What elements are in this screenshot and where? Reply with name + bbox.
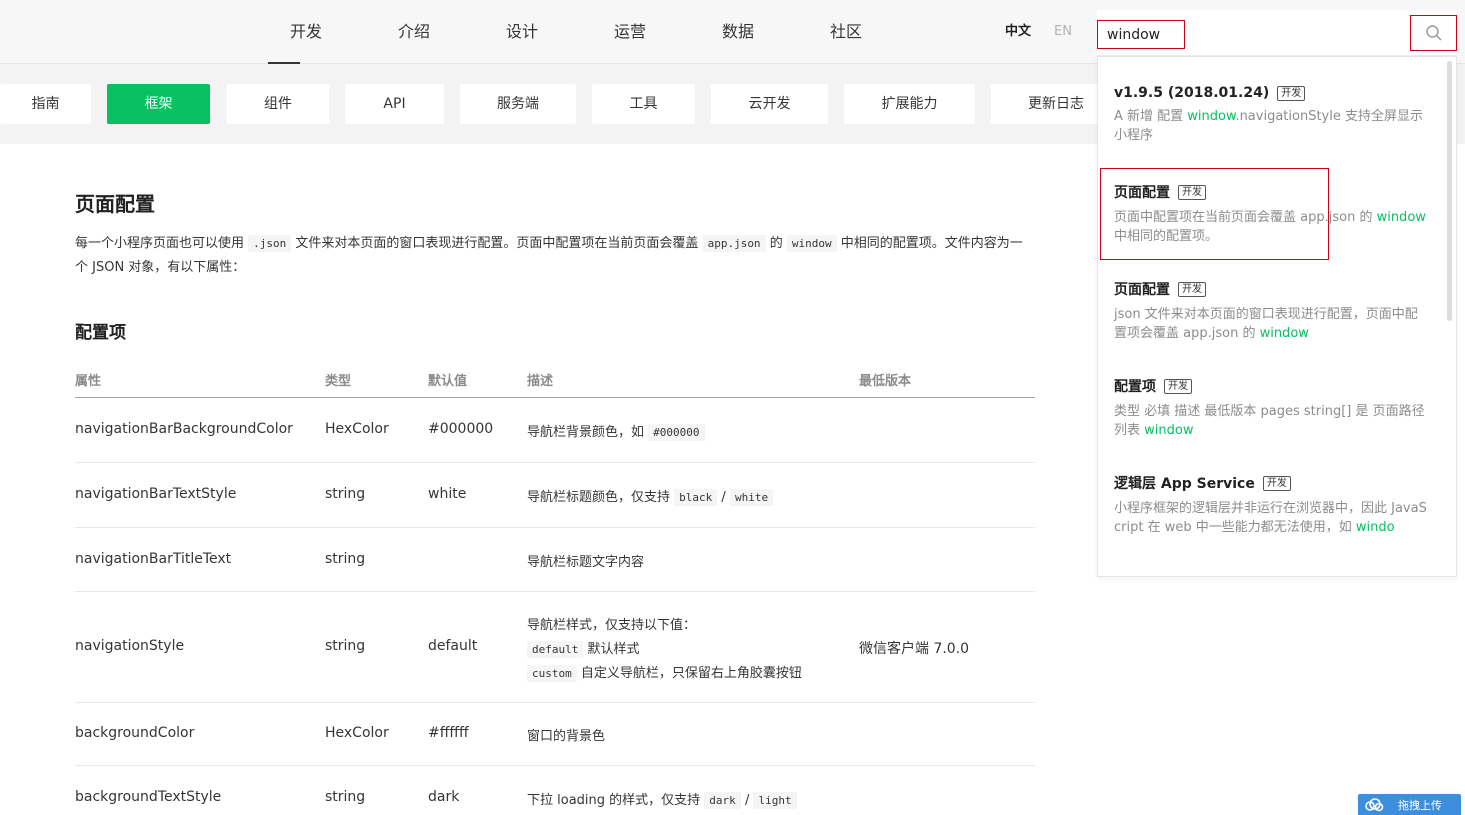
cell-type: string bbox=[325, 789, 366, 805]
table-row: backgroundColor HexColor #ffffff 窗口的背景色 bbox=[75, 703, 1035, 766]
cell-type: string bbox=[325, 638, 366, 654]
cell-desc: 窗口的背景色 bbox=[527, 729, 606, 744]
cell-prop: navigationBarBackgroundColor bbox=[75, 421, 293, 437]
cell-default: dark bbox=[428, 789, 460, 805]
search-result-item[interactable]: 配置项 开发 类型 必填 描述 最低版本 pages string[] 是 页面路… bbox=[1114, 376, 1429, 440]
table-row: navigationBarTitleText string 导航栏标题文字内容 bbox=[75, 528, 1035, 592]
result-badge: 开发 bbox=[1277, 85, 1306, 101]
cell-desc: 下拉 loading 的样式，仅支持 dark / light bbox=[527, 789, 797, 809]
nav-item-data[interactable]: 数据 bbox=[684, 0, 792, 64]
section-title: 配置项 bbox=[75, 323, 126, 343]
tab-server[interactable]: 服务端 bbox=[460, 84, 576, 124]
result-title: 页面配置 bbox=[1114, 185, 1170, 201]
search-results-dropdown: v1.9.5 (2018.01.24) 开发 A 新增 配置 window.nav… bbox=[1097, 56, 1457, 577]
cell-desc: 导航栏标题颜色，仅支持 black / white bbox=[527, 486, 774, 506]
tab-framework[interactable]: 框架 bbox=[107, 84, 210, 124]
nav-item-operation[interactable]: 运营 bbox=[576, 0, 684, 64]
result-badge: 开发 bbox=[1178, 281, 1206, 297]
table-row: navigationBarBackgroundColor HexColor #0… bbox=[75, 398, 1035, 463]
tab-components[interactable]: 组件 bbox=[227, 84, 329, 124]
lang-en-link[interactable]: EN bbox=[1054, 0, 1072, 64]
cell-default: #ffffff bbox=[428, 725, 469, 741]
tab-cloud-dev[interactable]: 云开发 bbox=[711, 84, 828, 124]
cell-prop: backgroundColor bbox=[75, 725, 195, 741]
nav-item-intro[interactable]: 介绍 bbox=[360, 0, 468, 64]
search-result-item[interactable]: 页面配置 开发 json 文件来对本页面的窗口表现进行配置，页面中配置项会覆盖 a… bbox=[1114, 279, 1429, 343]
nav-item-community[interactable]: 社区 bbox=[792, 0, 900, 64]
inline-code: app.json bbox=[702, 235, 766, 252]
main-nav: 开发 介绍 设计 运营 数据 社区 bbox=[252, 0, 900, 64]
intro-text: 文件来对本页面的窗口表现进行配置。页面中配置项在当前页面会覆盖 bbox=[295, 236, 699, 251]
cell-version: 微信客户端 7.0.0 bbox=[859, 641, 970, 657]
cell-prop: backgroundTextStyle bbox=[75, 789, 222, 805]
cell-default: default bbox=[428, 638, 478, 654]
header-version: 最低版本 bbox=[859, 374, 912, 389]
header-desc: 描述 bbox=[527, 374, 554, 389]
result-badge: 开发 bbox=[1262, 475, 1291, 491]
tab-guide[interactable]: 指南 bbox=[0, 84, 91, 124]
result-title: v1.9.5 (2018.01.24) bbox=[1114, 85, 1270, 101]
lang-zh-link[interactable]: 中文 bbox=[1005, 0, 1031, 64]
inline-code: .json bbox=[248, 235, 292, 252]
intro-text: 每一个小程序页面也可以使用 bbox=[75, 236, 245, 251]
result-badge: 开发 bbox=[1178, 184, 1206, 200]
result-desc: 小程序框架的逻辑层并非运行在浏览器中，因此 JavaScript 在 web 中… bbox=[1114, 501, 1427, 535]
cell-default: #000000 bbox=[428, 421, 494, 437]
result-title: 配置项 bbox=[1114, 379, 1156, 395]
header-default: 默认值 bbox=[428, 374, 468, 389]
intro-text: 的 bbox=[769, 236, 783, 251]
table-header: 属性 类型 默认值 描述 最低版本 bbox=[75, 360, 1035, 398]
nav-item-design[interactable]: 设计 bbox=[468, 0, 576, 64]
result-title: 页面配置 bbox=[1114, 282, 1170, 298]
search-input[interactable] bbox=[1097, 20, 1185, 49]
result-desc: json 文件来对本页面的窗口表现进行配置，页面中配置项会覆盖 app.json… bbox=[1114, 307, 1418, 341]
result-badge: 开发 bbox=[1164, 378, 1192, 394]
table-row: backgroundTextStyle string dark 下拉 loadi… bbox=[75, 766, 1035, 815]
cell-default: white bbox=[428, 486, 467, 502]
cloud-icon bbox=[1365, 797, 1384, 811]
header-type: 类型 bbox=[325, 374, 352, 389]
cell-desc: 导航栏标题文字内容 bbox=[527, 555, 645, 570]
upload-label: 拖拽上传 bbox=[1398, 798, 1442, 812]
table-row: navigationStyle string default 导航栏样式，仅支持… bbox=[75, 592, 1035, 703]
result-desc: 类型 必填 描述 最低版本 pages string[] 是 页面路径列表 wi… bbox=[1114, 404, 1425, 438]
result-desc: A 新增 配置 window.navigationStyle 支持全屏显示小程序 bbox=[1114, 109, 1423, 143]
tab-tools[interactable]: 工具 bbox=[592, 84, 695, 124]
result-title: 逻辑层 App Service bbox=[1114, 476, 1255, 492]
search-result-item[interactable]: 页面配置 开发 页面中配置项在当前页面会覆盖 app.json 的 window … bbox=[1114, 182, 1429, 246]
inline-code: window bbox=[786, 235, 837, 252]
cell-prop: navigationBarTextStyle bbox=[75, 486, 237, 502]
tab-extensions[interactable]: 扩展能力 bbox=[844, 84, 975, 124]
cell-prop: navigationBarTitleText bbox=[75, 551, 232, 567]
page-title: 页面配置 bbox=[75, 192, 155, 216]
cell-type: string bbox=[325, 551, 366, 567]
tab-api[interactable]: API bbox=[345, 84, 444, 124]
cell-type: string bbox=[325, 486, 366, 502]
dropdown-scrollbar[interactable] bbox=[1447, 61, 1452, 321]
cell-prop: navigationStyle bbox=[75, 638, 185, 654]
search-result-item[interactable]: v1.9.5 (2018.01.24) 开发 A 新增 配置 window.nav… bbox=[1114, 85, 1429, 145]
header-prop: 属性 bbox=[75, 374, 102, 389]
config-table: 属性 类型 默认值 描述 最低版本 navigationBarBackgroun… bbox=[75, 360, 1035, 815]
search-bar bbox=[1097, 10, 1457, 56]
cell-type: HexColor bbox=[325, 421, 389, 437]
cell-type: HexColor bbox=[325, 725, 389, 741]
nav-item-develop[interactable]: 开发 bbox=[252, 0, 360, 64]
drag-upload-button[interactable]: 拖拽上传 bbox=[1358, 794, 1461, 815]
cell-desc: 导航栏背景颜色，如 #000000 bbox=[527, 421, 705, 441]
cell-desc: 导航栏样式，仅支持以下值： default 默认样式 custom 自定义导航栏… bbox=[527, 618, 802, 682]
search-result-item[interactable]: 逻辑层 App Service 开发 小程序框架的逻辑层并非运行在浏览器中，因此 … bbox=[1114, 473, 1429, 537]
table-row: navigationBarTextStyle string white 导航栏标… bbox=[75, 463, 1035, 528]
intro-paragraph: 每一个小程序页面也可以使用 .json 文件来对本页面的窗口表现进行配置。页面中… bbox=[75, 232, 1035, 280]
result-desc: 页面中配置项在当前页面会覆盖 app.json 的 window 中相同的配置项… bbox=[1114, 210, 1426, 244]
search-button[interactable] bbox=[1410, 15, 1457, 51]
search-icon bbox=[1425, 25, 1442, 41]
